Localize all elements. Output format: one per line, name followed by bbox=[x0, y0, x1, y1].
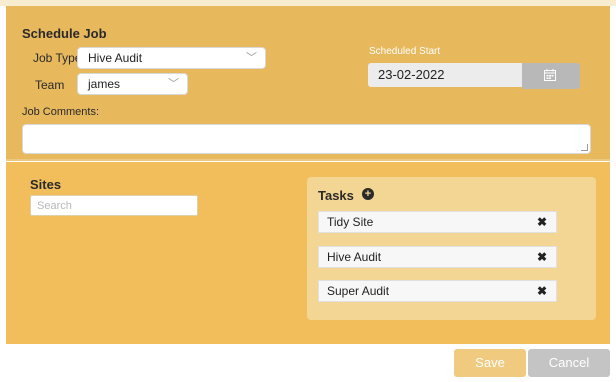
task-item: Super Audit ✖ bbox=[318, 280, 557, 302]
job-comments-label: Job Comments: bbox=[22, 106, 100, 118]
chevron-down-icon: ﹀ bbox=[246, 52, 257, 64]
remove-task-icon[interactable]: ✖ bbox=[537, 212, 547, 232]
team-select[interactable]: james ﹀ bbox=[77, 73, 188, 95]
save-button[interactable]: Save bbox=[454, 349, 526, 377]
resize-handle[interactable] bbox=[581, 144, 588, 151]
tasks-title: Tasks bbox=[318, 188, 354, 203]
job-type-select[interactable]: Hive Audit ﹀ bbox=[77, 47, 266, 69]
task-item: Tidy Site ✖ bbox=[318, 211, 557, 233]
remove-task-icon[interactable]: ✖ bbox=[537, 281, 547, 301]
scheduled-start-input[interactable]: 23-02-2022 bbox=[368, 63, 522, 87]
job-type-value: Hive Audit bbox=[88, 51, 143, 65]
chevron-down-icon: ﹀ bbox=[168, 78, 179, 90]
job-type-label: Job Type bbox=[33, 51, 82, 65]
job-comments-textarea[interactable] bbox=[22, 124, 591, 154]
scheduled-start-label: Scheduled Start bbox=[369, 46, 441, 57]
task-label: Hive Audit bbox=[327, 250, 382, 264]
calendar-icon bbox=[544, 69, 556, 81]
schedule-job-title: Schedule Job bbox=[22, 26, 107, 41]
team-value: james bbox=[88, 77, 121, 91]
cancel-button[interactable]: Cancel bbox=[528, 349, 610, 377]
task-item: Hive Audit ✖ bbox=[318, 246, 557, 268]
divider bbox=[6, 159, 610, 161]
remove-task-icon[interactable]: ✖ bbox=[537, 247, 547, 267]
team-label: Team bbox=[35, 78, 65, 92]
calendar-button[interactable] bbox=[522, 63, 580, 89]
sites-title: Sites bbox=[30, 177, 62, 192]
add-task-icon[interactable]: + bbox=[362, 188, 374, 200]
task-label: Tidy Site bbox=[327, 215, 374, 229]
sites-search-input[interactable] bbox=[30, 195, 198, 216]
task-label: Super Audit bbox=[327, 284, 390, 298]
